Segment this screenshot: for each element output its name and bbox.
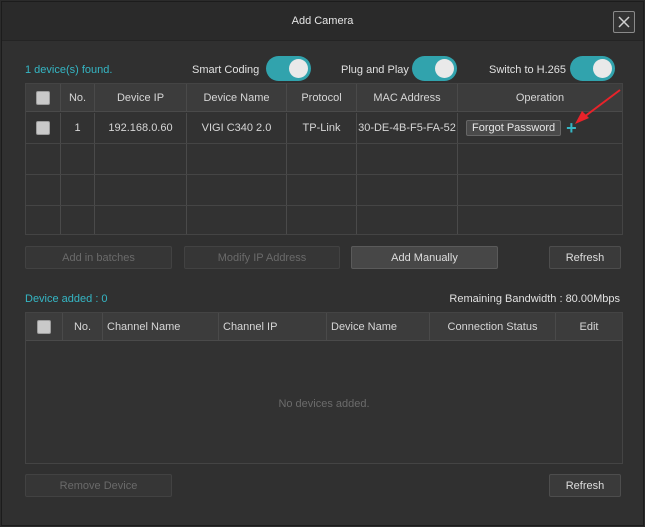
empty-state-text: No devices added.: [278, 398, 370, 410]
table-header: No. Channel Name Channel IP Device Name …: [26, 313, 622, 341]
smart-coding-label: Smart Coding: [192, 64, 260, 76]
row-no: 1: [61, 113, 95, 143]
row-device-ip: 192.168.0.60: [95, 113, 187, 143]
found-devices-table: No. Device IP Device Name Protocol MAC A…: [25, 83, 623, 235]
col-no: No.: [61, 84, 95, 111]
table-row[interactable]: 1 192.168.0.60 VIGI C340 2.0 TP-Link 30-…: [26, 113, 622, 144]
switch-h265-toggle[interactable]: [570, 56, 615, 81]
col-edit: Edit: [579, 320, 599, 333]
select-all-cell: [26, 313, 63, 340]
select-all-checkbox[interactable]: [37, 319, 51, 334]
col-protocol: Protocol: [287, 84, 357, 111]
col-mac-address: MAC Address: [357, 84, 458, 111]
remaining-bandwidth: Remaining Bandwidth : 80.00Mbps: [449, 293, 620, 305]
add-manually-button[interactable]: Add Manually: [351, 246, 498, 269]
refresh-button[interactable]: Refresh: [549, 246, 621, 269]
toggle-knob: [289, 59, 308, 78]
row-checkbox[interactable]: [36, 121, 50, 135]
modify-ip-address-button[interactable]: Modify IP Address: [184, 246, 340, 269]
added-devices-table: No. Channel Name Channel IP Device Name …: [25, 312, 623, 464]
forgot-password-button[interactable]: Forgot Password: [466, 120, 562, 136]
switch-h265-label: Switch to H.265: [489, 64, 567, 76]
select-all-checkbox[interactable]: [36, 90, 50, 105]
col-no: No.: [63, 313, 103, 340]
device-added-count: Device added : 0: [25, 293, 108, 305]
title-bar: Add Camera: [2, 2, 643, 41]
dialog-title: Add Camera: [291, 15, 354, 27]
col-channel-ip: Channel IP: [219, 313, 327, 340]
refresh-added-button[interactable]: Refresh: [549, 474, 621, 497]
col-device-name: Device Name: [187, 84, 287, 111]
remove-device-button[interactable]: Remove Device: [25, 474, 172, 497]
row-protocol: TP-Link: [287, 113, 357, 143]
row-device-name: VIGI C340 2.0: [187, 113, 287, 143]
col-channel-name: Channel Name: [103, 313, 219, 340]
table-row: [26, 144, 622, 175]
plug-and-play-toggle[interactable]: [412, 56, 457, 81]
table-row: [26, 206, 622, 234]
close-button[interactable]: [613, 11, 635, 33]
col-device-ip: Device IP: [95, 84, 187, 111]
devices-found-count: 1 device(s) found.: [25, 64, 113, 76]
plug-and-play-label: Plug and Play: [341, 64, 409, 76]
annotation-arrow-icon: [575, 89, 621, 124]
toggle-knob: [435, 59, 454, 78]
col-device-name: Device Name: [327, 313, 430, 340]
smart-coding-toggle[interactable]: [266, 56, 311, 81]
close-icon: [618, 16, 630, 28]
add-camera-dialog: Add Camera 1 device(s) found. Smart Codi…: [1, 1, 644, 526]
table-row: [26, 175, 622, 206]
select-all-cell: [26, 84, 61, 111]
toggle-knob: [593, 59, 612, 78]
col-connection-status: Connection Status: [430, 313, 556, 340]
add-in-batches-button[interactable]: Add in batches: [25, 246, 172, 269]
table-header: No. Device IP Device Name Protocol MAC A…: [26, 84, 622, 112]
row-select-cell: [26, 113, 61, 143]
row-mac-address: 30-DE-4B-F5-FA-52: [357, 113, 458, 143]
